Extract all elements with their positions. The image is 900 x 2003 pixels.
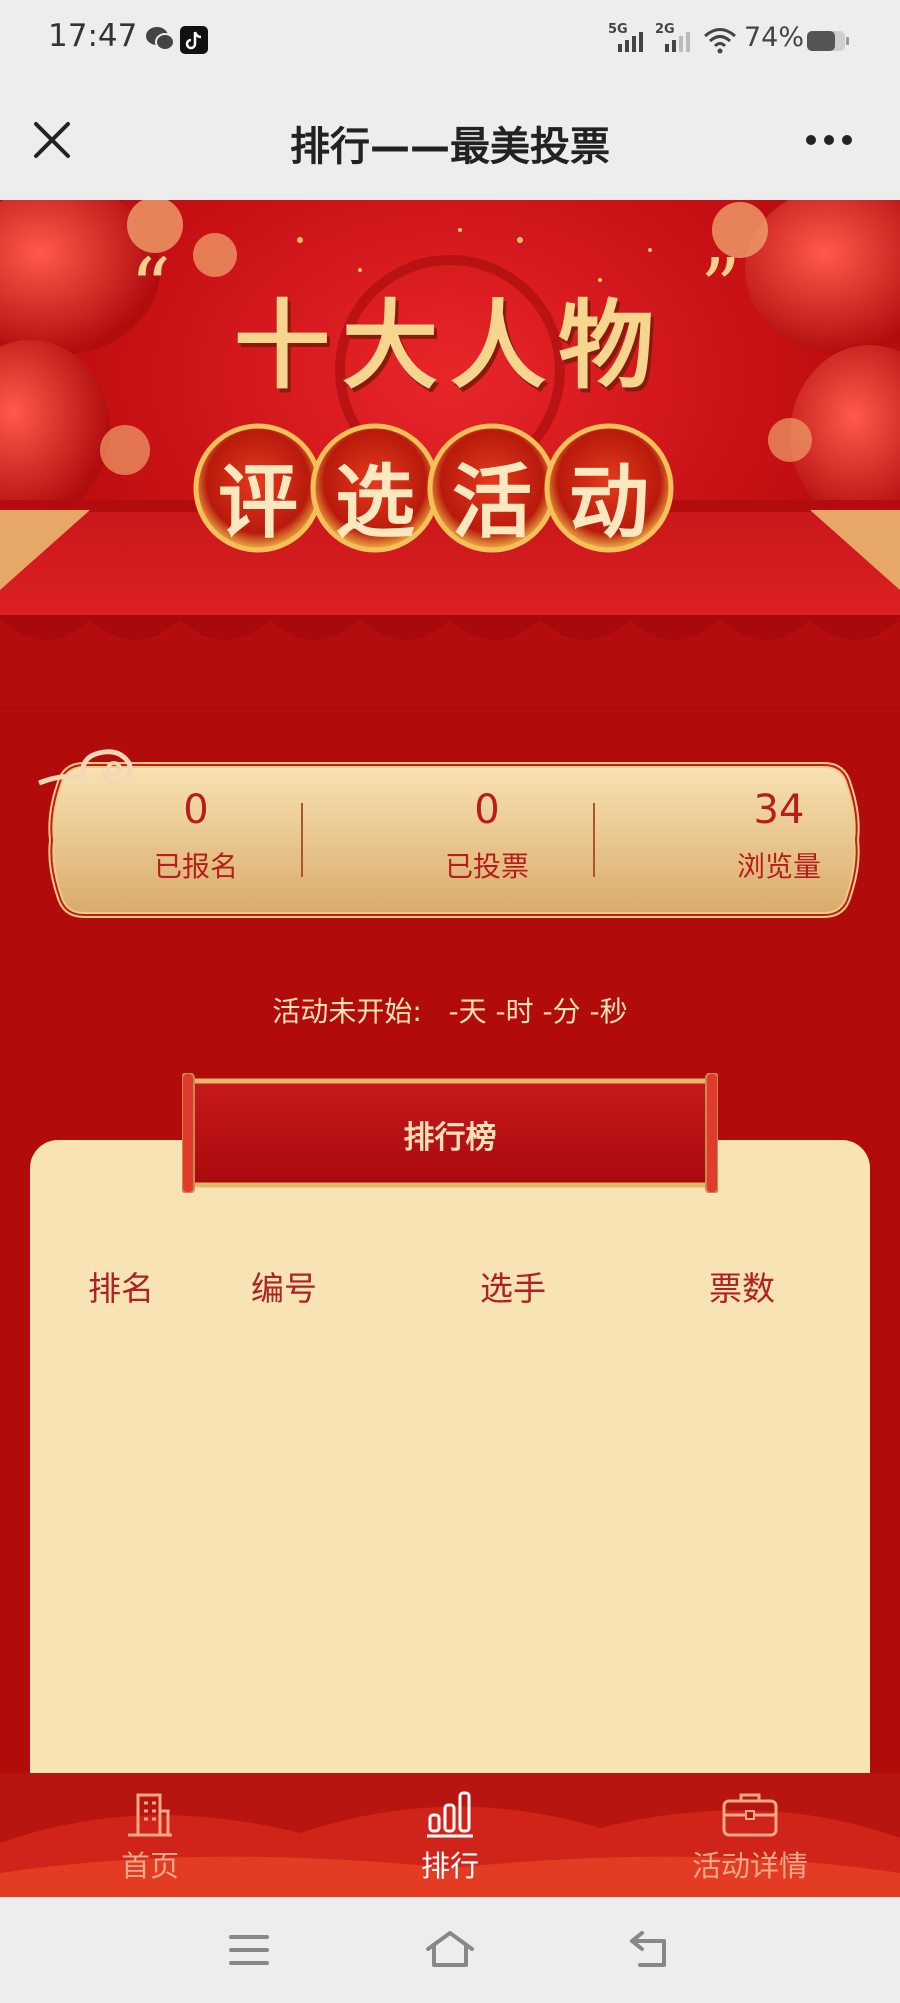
column-header-rank: 排名 [88, 1269, 154, 1308]
status-bar: 17:47 5G 2G 74% [0, 0, 900, 80]
banner: “ ” 十大人物 评 选 活 动 [0, 200, 900, 705]
system-nav-bar [0, 1897, 900, 2003]
back-icon[interactable] [628, 1929, 672, 1969]
column-header-contestant: 选手 [480, 1269, 546, 1308]
voted-count: 0 [474, 787, 500, 833]
home-icon[interactable] [424, 1929, 476, 1969]
menu-icon[interactable] [228, 1933, 270, 1967]
building-icon [128, 1793, 172, 1837]
more-options-icon[interactable] [804, 132, 854, 148]
registered-count: 0 [183, 787, 209, 833]
battery-percent: 74% [744, 22, 805, 53]
title-bar: 排行——最美投票 [0, 80, 900, 200]
banner-subtitle-char: 评 [218, 455, 298, 549]
stat-divider [301, 803, 303, 877]
nav-details[interactable]: 活动详情 [650, 1773, 850, 1897]
leaderboard-panel [30, 1140, 870, 1773]
views-label: 浏览量 [736, 850, 821, 883]
bottom-nav: 首页 排行 活动详情 [0, 1773, 900, 1897]
cloud-ornament-icon [38, 749, 133, 786]
wechat-icon [146, 27, 175, 51]
banner-subtitle-char: 活 [452, 455, 532, 549]
column-header-number: 编号 [251, 1269, 317, 1308]
bar-chart-icon [427, 1791, 473, 1838]
views-count: 34 [753, 787, 805, 833]
banner-subtitle-char: 选 [335, 455, 415, 549]
banner-subtitle-char: 动 [569, 455, 649, 549]
stats-panel: 0 已报名 0 已投票 34 浏览量 [38, 749, 864, 925]
wifi-icon [704, 28, 736, 54]
signal-2g-icon: 2G [655, 22, 695, 54]
page-title: 排行——最美投票 [290, 124, 610, 170]
leaderboard-title: 排行榜 [403, 1120, 497, 1156]
column-header-votes: 票数 [709, 1269, 775, 1308]
voted-label: 已投票 [444, 850, 529, 883]
nav-home-label: 首页 [120, 1849, 179, 1883]
nav-details-label: 活动详情 [691, 1849, 808, 1883]
nav-ranking[interactable]: 排行 [350, 1773, 550, 1897]
banner-headline: 十大人物 [234, 289, 666, 402]
status-time: 17:47 [48, 18, 138, 54]
nav-home[interactable]: 首页 [50, 1773, 250, 1897]
registered-label: 已报名 [153, 850, 238, 883]
countdown-text: 活动未开始: -天 -时 -分 -秒 [272, 995, 628, 1028]
stat-divider [593, 803, 595, 877]
battery-icon [807, 31, 849, 51]
nav-ranking-label: 排行 [420, 1849, 479, 1883]
tiktok-icon [180, 26, 208, 54]
signal-5g-icon: 5G [608, 22, 648, 54]
briefcase-icon [722, 1793, 778, 1837]
